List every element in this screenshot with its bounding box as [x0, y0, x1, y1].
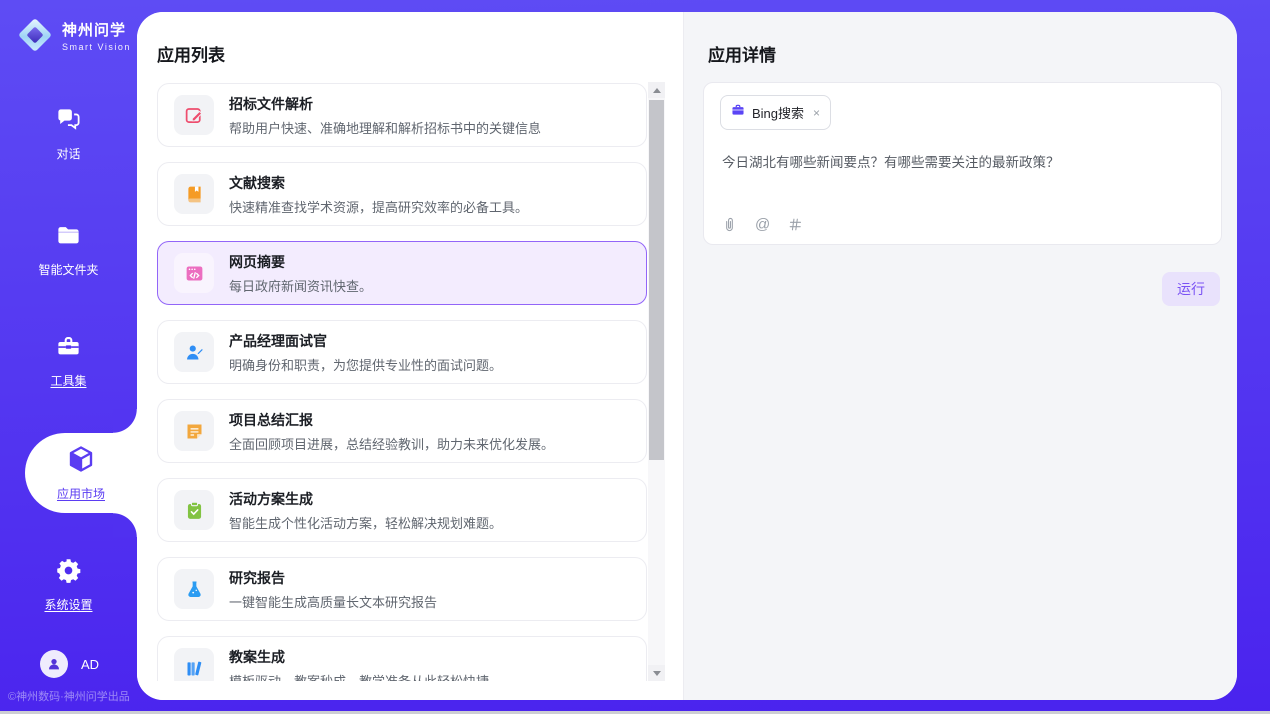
app-item-title: 产品经理面试官 — [229, 331, 502, 351]
sidebar-item-label: 系统设置 — [44, 596, 92, 613]
app-item-title: 教案生成 — [229, 647, 489, 667]
sidebar-item-app-market[interactable]: 应用市场 — [25, 433, 137, 513]
scroll-down-arrow-icon[interactable] — [648, 665, 665, 681]
app-list-item[interactable]: 项目总结汇报 全面回顾项目进展，总结经验教训，助力未来优化发展。 — [157, 399, 647, 463]
app-list-item[interactable]: 教案生成 模板驱动，教案秒成，教学准备从此轻松快捷 — [157, 636, 647, 681]
app-item-title: 项目总结汇报 — [229, 410, 554, 430]
sidebar-item-settings[interactable]: 系统设置 — [44, 557, 92, 613]
browser-code-icon — [174, 253, 214, 293]
user-account[interactable]: AD — [40, 650, 99, 678]
app-list-item[interactable]: 文献搜索 快速精准查找学术资源，提高研究效率的必备工具。 — [157, 162, 647, 226]
app-item-title: 文献搜索 — [229, 173, 528, 193]
app-item-title: 活动方案生成 — [229, 489, 502, 509]
app-item-desc: 快速精准查找学术资源，提高研究效率的必备工具。 — [229, 197, 528, 216]
clipboard-check-icon — [174, 490, 214, 530]
app-list-scrollbar[interactable] — [648, 82, 665, 681]
sidebar-item-toolbox[interactable]: 工具集 — [50, 333, 86, 389]
interviewer-icon — [174, 332, 214, 372]
app-detail-panel: 应用详情 Bing搜索 × 今日湖北有哪些新闻要点？有哪些需要关注的最新政策？ … — [683, 12, 1237, 700]
app-item-title: 研究报告 — [229, 568, 437, 588]
sidebar-item-label: 对话 — [56, 145, 80, 162]
app-item-title: 网页摘要 — [229, 252, 372, 272]
scrollbar-thumb[interactable] — [649, 100, 664, 460]
app-item-desc: 一键智能生成高质量长文本研究报告 — [229, 592, 437, 611]
attach-icon[interactable] — [722, 217, 737, 233]
tool-tag-bing-search[interactable]: Bing搜索 × — [720, 95, 831, 130]
app-detail-title: 应用详情 — [708, 41, 1237, 66]
app-list-item[interactable]: 研究报告 一键智能生成高质量长文本研究报告 — [157, 557, 647, 621]
copyright-text: ©神州数码·神州问学出品 — [8, 688, 130, 704]
hash-icon[interactable] — [788, 217, 803, 232]
app-list-item[interactable]: 网页摘要 每日政府新闻资讯快查。 — [157, 241, 647, 305]
app-item-desc: 每日政府新闻资讯快查。 — [229, 276, 372, 295]
sidebar-item-chat[interactable]: 对话 — [55, 106, 82, 162]
close-icon[interactable]: × — [811, 106, 820, 120]
app-item-desc: 全面回顾项目进展，总结经验教训，助力未来优化发展。 — [229, 434, 554, 453]
input-toolbar: @ — [722, 216, 803, 233]
sidebar-item-label: 工具集 — [50, 372, 86, 389]
app-item-desc: 帮助用户快速、准确地理解和解析招标书中的关键信息 — [229, 118, 541, 137]
app-list: 招标文件解析 帮助用户快速、准确地理解和解析招标书中的关键信息 文献搜索 快速精… — [157, 83, 647, 681]
note-icon — [174, 411, 214, 451]
query-input[interactable]: 今日湖北有哪些新闻要点？有哪些需要关注的最新政策？ — [722, 151, 1203, 171]
cube-icon — [66, 444, 96, 479]
sidebar-nav: 对话 智能文件夹 工具集 应用市场 系统设置 — [0, 106, 137, 613]
sidebar-item-smart-folder[interactable]: 智能文件夹 — [38, 222, 98, 278]
app-list-item[interactable]: 活动方案生成 智能生成个性化活动方案，轻松解决规划难题。 — [157, 478, 647, 542]
mention-icon[interactable]: @ — [755, 216, 770, 233]
app-list-title: 应用列表 — [157, 41, 683, 66]
avatar — [40, 650, 68, 678]
app-item-desc: 明确身份和职责，为您提供专业性的面试问题。 — [229, 355, 502, 374]
app-item-title: 招标文件解析 — [229, 94, 541, 114]
brand-diamond-icon — [16, 16, 54, 54]
brand-subtitle: Smart Vision — [62, 42, 131, 52]
prompt-card[interactable]: Bing搜索 × 今日湖北有哪些新闻要点？有哪些需要关注的最新政策？ @ — [703, 82, 1222, 245]
edit-doc-icon — [174, 95, 214, 135]
toolbox-icon — [55, 333, 82, 365]
brand-logo: 神州问学 Smart Vision — [16, 16, 137, 54]
sidebar-item-label: 智能文件夹 — [38, 261, 98, 278]
gear-icon — [55, 557, 82, 589]
main-content: 应用列表 招标文件解析 帮助用户快速、准确地理解和解析招标书中的关键信息 文献搜… — [137, 12, 1237, 700]
app-list-item[interactable]: 招标文件解析 帮助用户快速、准确地理解和解析招标书中的关键信息 — [157, 83, 647, 147]
sidebar-item-label: 应用市场 — [57, 485, 105, 502]
scroll-up-arrow-icon[interactable] — [648, 82, 665, 98]
sidebar: 神州问学 Smart Vision 对话 智能文件夹 工具集 — [0, 0, 137, 714]
app-list-panel: 应用列表 招标文件解析 帮助用户快速、准确地理解和解析招标书中的关键信息 文献搜… — [137, 12, 683, 700]
user-name: AD — [81, 657, 99, 672]
app-list-item[interactable]: 产品经理面试官 明确身份和职责，为您提供专业性的面试问题。 — [157, 320, 647, 384]
brand-name: 神州问学 — [62, 19, 131, 40]
run-button[interactable]: 运行 — [1162, 272, 1220, 306]
app-item-desc: 模板驱动，教案秒成，教学准备从此轻松快捷 — [229, 671, 489, 682]
chat-icon — [55, 106, 82, 138]
folder-icon — [55, 222, 82, 254]
flask-icon — [174, 569, 214, 609]
book-icon — [174, 174, 214, 214]
app-item-desc: 智能生成个性化活动方案，轻松解决规划难题。 — [229, 513, 502, 532]
books-icon — [174, 648, 214, 681]
briefcase-icon — [731, 103, 745, 122]
tool-tag-label: Bing搜索 — [752, 103, 804, 122]
